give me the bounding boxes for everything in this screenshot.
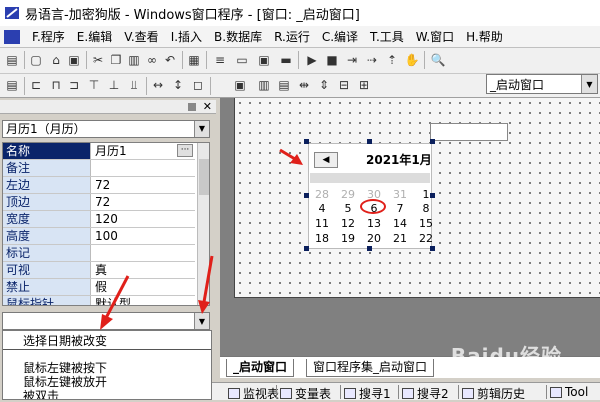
tool-icon xyxy=(550,386,562,398)
watermark: Baidu经验 xyxy=(450,344,562,368)
magnifier-icon xyxy=(228,388,240,399)
tool-tab[interactable]: Tool xyxy=(550,385,588,399)
variables-tab[interactable]: 变量表 xyxy=(280,385,331,402)
bottom-toolbar: 监视表 变量表 搜寻1 搜寻2 剪辑历史 Tool xyxy=(212,382,600,402)
search-icon xyxy=(402,388,414,399)
clip-history-tab[interactable]: 剪辑历史 xyxy=(462,385,525,402)
clipboard-icon xyxy=(462,388,474,399)
search2-tab[interactable]: 搜寻2 xyxy=(402,385,449,402)
search1-tab[interactable]: 搜寻1 xyxy=(344,385,391,402)
search-icon xyxy=(344,388,356,399)
tab-window-program-set[interactable]: 窗口程序集_启动窗口 xyxy=(306,359,435,377)
watch-tab[interactable]: 监视表 xyxy=(228,385,279,402)
tab-startup-window[interactable]: _启动窗口 xyxy=(226,359,295,377)
variables-icon xyxy=(280,388,292,399)
